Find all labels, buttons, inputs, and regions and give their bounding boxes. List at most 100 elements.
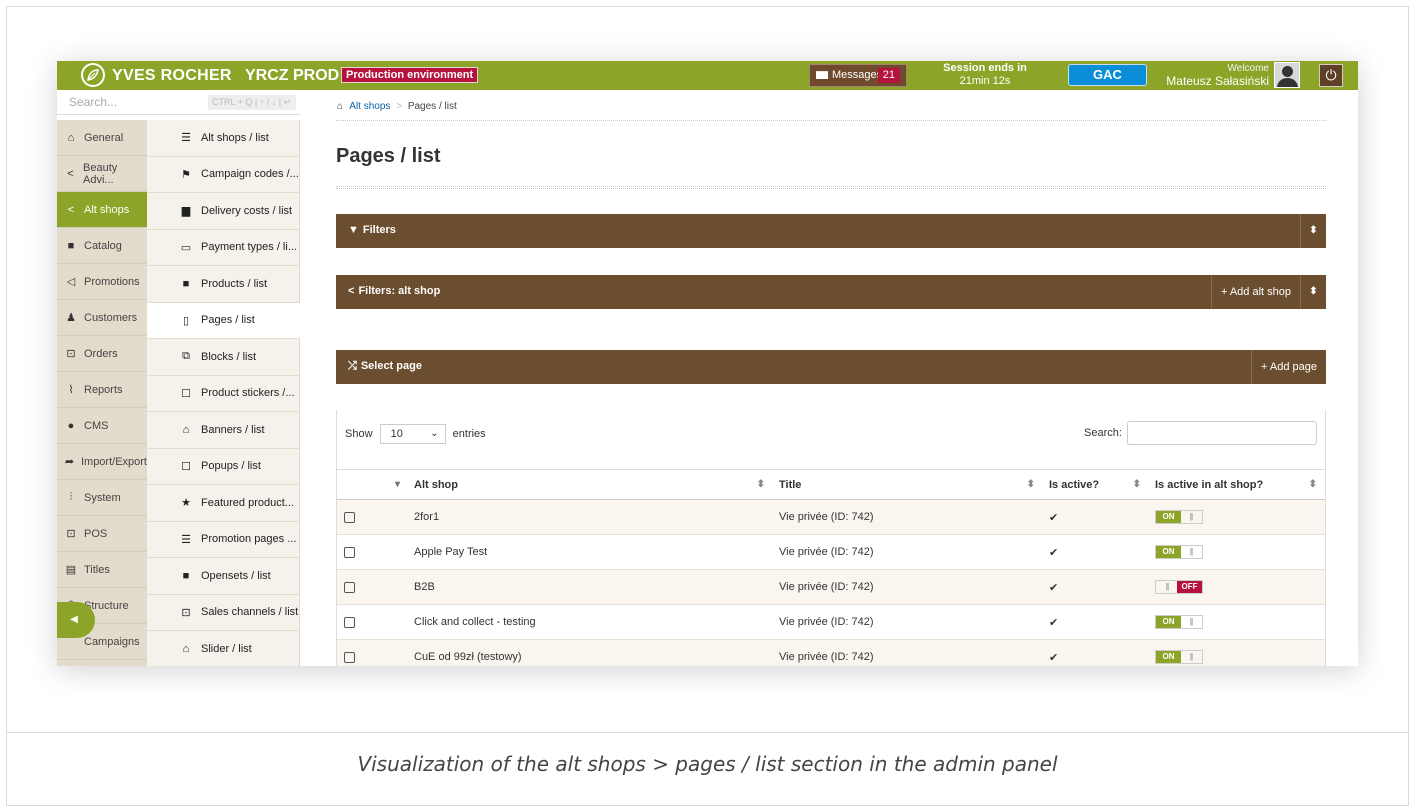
alt-shop-filters-panel-header[interactable]: < Filters: alt shop + Add alt shop ⬍ — [336, 275, 1326, 309]
column-header-alt-shop[interactable]: Alt shop ⬍ — [408, 469, 773, 500]
title-cell: Vie privée (ID: 742) — [773, 639, 1043, 666]
table-row[interactable]: B2B Vie privée (ID: 742) ✔ ||| OFF — [337, 569, 1325, 605]
column-header-title[interactable]: Title ⬍ — [773, 469, 1043, 500]
submenu-item-pages[interactable]: ▯ Pages / list — [147, 302, 300, 339]
table-row[interactable]: CuE od 99zł (testowy) Vie privée (ID: 742… — [337, 639, 1325, 666]
sidebar-item-orders[interactable]: ⊡ Orders — [57, 336, 147, 372]
filters-panel-header[interactable]: ▼ Filters ⬍ — [336, 214, 1326, 248]
add-page-button[interactable]: + Add page — [1251, 350, 1326, 384]
row-checkbox[interactable] — [344, 581, 355, 593]
row-checkbox[interactable] — [344, 546, 355, 558]
page-length-control: Show 10 ⌄ entries — [345, 424, 486, 444]
submenu-item-campaign-codes[interactable]: ⚑ Campaign codes /... — [147, 156, 300, 193]
table-row[interactable]: Apple Pay Test Vie privée (ID: 742) ✔ ON ||| — [337, 534, 1325, 570]
secondary-menu: ☰ Alt shops / list ⚑ Campaign codes /... ▆… — [147, 120, 300, 666]
select-column-header[interactable]: ▾ — [337, 469, 408, 500]
toggle-switch[interactable]: ||| OFF — [1155, 580, 1203, 594]
sidebar-item-system[interactable]: ⫶ System — [57, 480, 147, 516]
banner-icon: ⌂ — [182, 423, 190, 436]
row-checkbox[interactable] — [344, 616, 355, 628]
messages-label: Messages — [832, 69, 883, 81]
sidebar-search-input[interactable]: Search... CTRL + Q | ↑ / ↓ | ↵ — [57, 90, 300, 115]
breadcrumb-link-alt-shops[interactable]: Alt shops — [349, 101, 390, 112]
sidebar-item-reports[interactable]: ⌇ Reports — [57, 372, 147, 408]
is-active-cell: ✔ — [1043, 569, 1149, 605]
is-active-cell: ✔ — [1043, 499, 1149, 535]
select-page-title: Select page — [360, 360, 422, 372]
toggle-switch[interactable]: ON ||| — [1155, 650, 1203, 664]
bullhorn-icon: ◁ — [66, 276, 76, 288]
brand-logo-icon[interactable] — [81, 63, 105, 87]
toggle-switch[interactable]: ON ||| — [1155, 545, 1203, 559]
alt-shop-cell: 2for1 — [408, 499, 773, 535]
submenu-item-payment-types[interactable]: ▭ Payment types / li... — [147, 229, 300, 266]
alt-shop-cell: CuE od 99zł (testowy) — [408, 639, 773, 666]
square-icon: ☐ — [181, 460, 191, 473]
entries-select[interactable]: 10 ⌄ — [379, 424, 446, 444]
title-cell: Vie privée (ID: 742) — [773, 499, 1043, 535]
folder-icon: ■ — [182, 569, 190, 582]
alt-shop-filters-title: Filters: alt shop — [358, 285, 441, 297]
row-checkbox[interactable] — [344, 511, 355, 523]
row-select-cell — [337, 534, 408, 570]
folder-icon: ■ — [67, 239, 75, 252]
submenu-item-blocks[interactable]: ⧉ Blocks / list — [147, 339, 300, 376]
chevron-down-icon: ⌄ — [430, 428, 439, 439]
submenu-item-delivery-costs[interactable]: ▆ Delivery costs / list — [147, 193, 300, 230]
pages-table-panel: Show 10 ⌄ entries Search: ▾ Alt shop ⬍ Tit… — [336, 410, 1326, 666]
sidebar-item-cms[interactable]: ● CMS — [57, 408, 147, 444]
column-header-is-active-in-alt-shop[interactable]: Is active in alt shop? ⬍ — [1149, 469, 1325, 500]
submenu-item-product-stickers[interactable]: ☐ Product stickers /... — [147, 375, 300, 412]
sidebar-item-pos[interactable]: ⊡ POS — [57, 516, 147, 552]
add-alt-shop-button[interactable]: + Add alt shop — [1210, 275, 1300, 309]
checkmark-icon: ✔ — [1049, 581, 1059, 594]
table-search-input[interactable] — [1127, 421, 1317, 445]
logout-power-icon[interactable]: ⏻ — [1319, 64, 1343, 87]
grip-icon: ||| — [1189, 617, 1193, 626]
submenu-item-alt-shops-list[interactable]: ☰ Alt shops / list — [147, 120, 300, 157]
submenu-item-products[interactable]: ■ Products / list — [147, 266, 300, 303]
sidebar-item-beauty-advisors[interactable]: < Beauty Advi... — [57, 156, 147, 192]
column-header-is-active[interactable]: Is active? ⬍ — [1043, 469, 1149, 500]
sidebar-item-catalog[interactable]: ■ Catalog — [57, 228, 147, 264]
checkmark-icon: ✔ — [1049, 546, 1059, 559]
sort-toggle-icon[interactable]: ⬍ — [1300, 214, 1326, 248]
toggle-switch[interactable]: ON ||| — [1155, 510, 1203, 524]
submenu-item-sales-channels[interactable]: ⊡ Sales channels / list — [147, 594, 300, 631]
messages-button[interactable]: Messages 21 — [809, 64, 907, 87]
row-select-cell — [337, 604, 408, 640]
table-search: Search: — [1084, 421, 1317, 445]
grip-icon: ||| — [1189, 547, 1193, 556]
environment-name: YRCZ PROD — [245, 67, 340, 84]
submenu-item-featured-products[interactable]: ★ Featured product... — [147, 485, 300, 522]
file-icon: ▯ — [182, 314, 190, 327]
sort-toggle-icon[interactable]: ⬍ — [1300, 275, 1326, 309]
sidebar-item-import-export[interactable]: ➦ Import/Export — [57, 444, 147, 480]
table-row[interactable]: Click and collect - testing Vie privée (I… — [337, 604, 1325, 640]
submenu-item-popups[interactable]: ☐ Popups / list — [147, 448, 300, 485]
shuffle-icon: ⤮ — [348, 360, 357, 372]
title-cell: Vie privée (ID: 742) — [773, 604, 1043, 640]
sidebar-item-alt-shops[interactable]: < Alt shops — [57, 192, 147, 228]
primary-menu: ⌂ General < Beauty Advi... < Alt shops ■ Cat… — [57, 120, 147, 666]
sidebar-item-general[interactable]: ⌂ General — [57, 120, 147, 156]
grip-icon: ||| — [1189, 512, 1193, 521]
toggle-switch[interactable]: ON ||| — [1155, 615, 1203, 629]
sidebar-item-titles[interactable]: ▤ Titles — [57, 552, 147, 588]
row-checkbox[interactable] — [344, 651, 355, 663]
submenu-item-promotion-pages[interactable]: ☰ Promotion pages ... — [147, 521, 300, 558]
sort-icon: ⬍ — [1026, 479, 1035, 490]
home-icon[interactable]: ⌂ — [337, 101, 343, 112]
collapse-sidebar-button[interactable]: ◀ — [57, 602, 95, 638]
submenu-item-opensets[interactable]: ■ Opensets / list — [147, 558, 300, 595]
submenu-item-banners[interactable]: ⌂ Banners / list — [147, 412, 300, 449]
sidebar-item-customers[interactable]: ♟ Customers — [57, 300, 147, 336]
breadcrumb-separator: > — [396, 101, 403, 112]
user-name[interactable]: Mateusz Sałasiński — [1157, 75, 1269, 87]
session-time: 21min 12s — [959, 75, 1011, 87]
sidebar-item-promotions[interactable]: ◁ Promotions — [57, 264, 147, 300]
submenu-item-slider[interactable]: ⌂ Slider / list — [147, 631, 300, 666]
table-row[interactable]: 2for1 Vie privée (ID: 742) ✔ ON ||| — [337, 499, 1325, 535]
avatar[interactable] — [1274, 62, 1300, 88]
store-switch-button[interactable]: GAC — [1068, 64, 1147, 86]
